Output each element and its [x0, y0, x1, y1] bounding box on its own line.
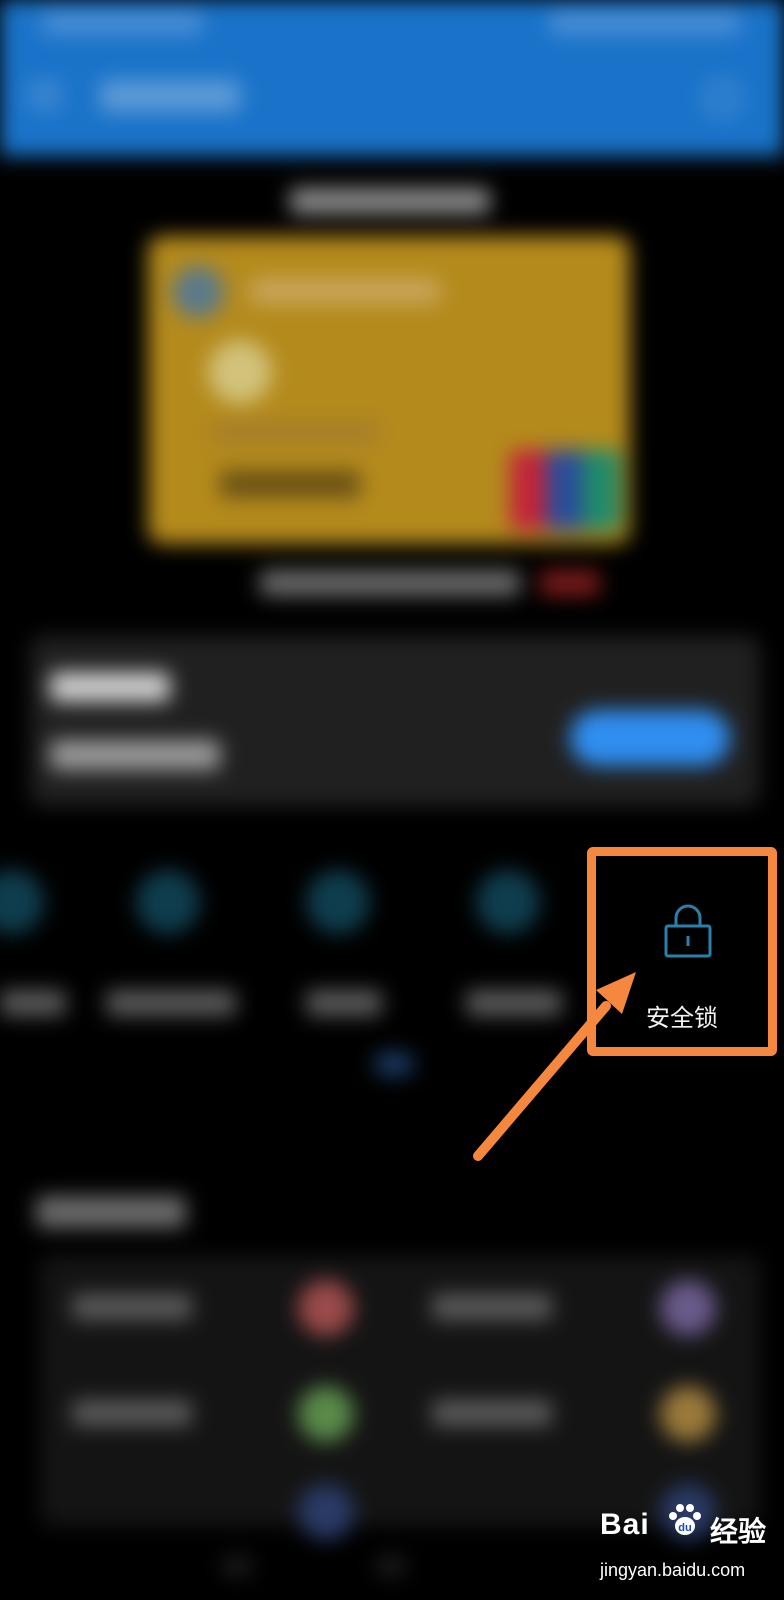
status-bar-right [550, 12, 740, 34]
grid-item-icon[interactable] [298, 1386, 354, 1442]
status-bar-left [42, 12, 202, 34]
nav-item[interactable] [222, 1556, 252, 1576]
function-icon[interactable] [136, 870, 200, 934]
card-chip-icon [208, 340, 272, 404]
card-bank-name [250, 278, 440, 304]
app-title [100, 80, 240, 112]
function-label [306, 990, 382, 1016]
promo-title [50, 672, 170, 702]
grid-item-icon[interactable] [298, 1484, 354, 1540]
grid-item-icon[interactable] [660, 1280, 716, 1336]
grid-item-label [72, 1294, 192, 1320]
nav-item[interactable] [376, 1556, 406, 1576]
section-title [36, 1196, 186, 1228]
card-holder [220, 470, 360, 498]
function-label [466, 990, 562, 1016]
card-status-badge [540, 570, 600, 596]
promo-button[interactable] [570, 710, 730, 766]
grid-item-label [72, 1400, 192, 1426]
watermark-brand-cn: 经验 [710, 1515, 767, 1548]
watermark-url: jingyan.baidu.com [600, 1560, 746, 1580]
function-label [0, 990, 66, 1016]
settings-icon[interactable] [704, 80, 740, 116]
security-lock-highlight[interactable]: 安全锁 [587, 847, 777, 1056]
unionpay-logo-icon [510, 450, 620, 530]
lock-icon [664, 904, 712, 958]
watermark-brand-prefix: Bai [600, 1508, 650, 1541]
page-indicator [374, 1052, 414, 1076]
menu-icon[interactable] [28, 82, 62, 108]
baidu-jingyan-watermark: Bai du 经验 jingyan.baidu.com [600, 1504, 784, 1600]
grid-item-label [432, 1400, 552, 1426]
function-icon[interactable] [306, 870, 370, 934]
card-status-text [260, 570, 520, 596]
paw-icon: du [669, 1504, 701, 1535]
status-bar [0, 0, 784, 56]
watermark-brand-suffix: du [678, 1522, 691, 1534]
promo-subtitle [50, 740, 220, 770]
function-label [106, 990, 236, 1016]
grid-item-icon[interactable] [660, 1386, 716, 1442]
card-number [210, 420, 380, 444]
function-icon[interactable] [476, 870, 540, 934]
security-lock-label: 安全锁 [646, 1004, 718, 1032]
bank-logo-icon [172, 266, 224, 318]
grid-item-label [432, 1294, 552, 1320]
blurred-background-screen [0, 0, 784, 1600]
function-icon[interactable] [0, 870, 44, 934]
grid-item-icon[interactable] [298, 1280, 354, 1336]
card-label [290, 188, 490, 214]
